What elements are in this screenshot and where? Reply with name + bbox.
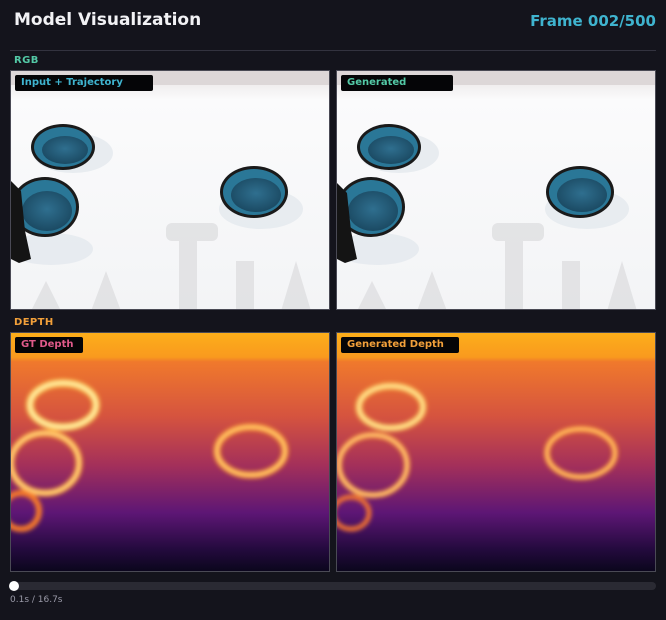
playback-time: 0.1s / 16.7s [10,595,63,605]
rgb-generated-image [337,71,655,309]
panel-label-gt-depth: GT Depth [15,337,83,353]
panel-label-generated-depth: Generated Depth [341,337,459,353]
generated-depth-panel: Generated Depth [336,332,656,572]
gt-depth-panel: GT Depth [10,332,330,572]
timeline-scrubber-handle[interactable] [8,581,19,591]
divider [10,50,656,51]
playback-timeline[interactable] [8,581,656,591]
rgb-input-image [11,71,329,309]
header: Model Visualization Frame 002/500 [0,0,666,44]
gt-depth-image [11,333,329,571]
rgb-generated-panel: Generated [336,70,656,310]
panel-label-generated: Generated [341,75,453,91]
page-title: Model Visualization [14,10,202,30]
panel-label-input-trajectory: Input + Trajectory [15,75,153,91]
generated-depth-image [337,333,655,571]
section-label-rgb: RGB [14,55,39,66]
frame-counter: Frame 002/500 [530,12,656,30]
rgb-input-panel: Input + Trajectory [10,70,330,310]
section-label-depth: DEPTH [14,317,54,328]
